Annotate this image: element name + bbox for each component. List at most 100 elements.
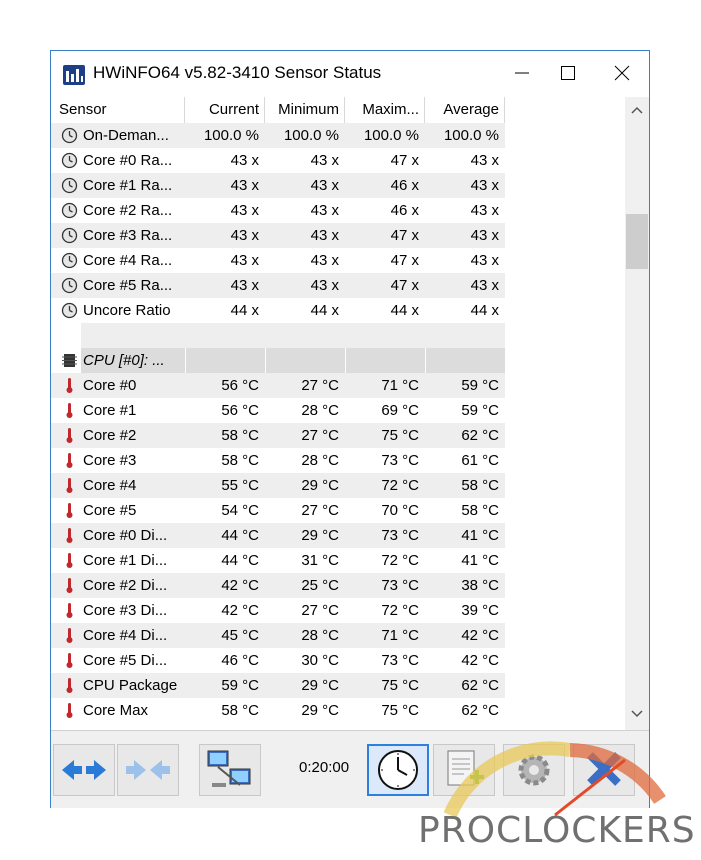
table-row[interactable]: Core #5 54 °C 27 °C 70 °C 58 °C: [51, 498, 625, 523]
value-max: 72 °C: [381, 477, 419, 494]
value-min: 29 °C: [301, 677, 339, 694]
value-current: [185, 348, 265, 373]
vertical-scrollbar[interactable]: [625, 97, 649, 730]
clock-icon: [378, 750, 418, 790]
value-max: 75 °C: [381, 702, 419, 719]
blank-row[interactable]: [51, 323, 625, 348]
table-row[interactable]: Core #5 Ra... 43 x 43 x 47 x 43 x: [51, 273, 625, 298]
sensor-name: Core #3 Ra...: [83, 227, 173, 244]
clock-icon: [61, 227, 78, 244]
value-current: 44 x: [230, 302, 259, 319]
table-row[interactable]: On-Deman... 100.0 % 100.0 % 100.0 % 100.0 %: [51, 123, 625, 148]
value-min: 30 °C: [301, 652, 339, 669]
value-avg: 62 °C: [461, 677, 499, 694]
table-row[interactable]: Core #1 Di... 44 °C 31 °C 72 °C 41 °C: [51, 548, 625, 573]
table-row[interactable]: Core #1 Ra... 43 x 43 x 46 x 43 x: [51, 173, 625, 198]
value-current: 58 °C: [221, 452, 259, 469]
value-current: 54 °C: [221, 502, 259, 519]
value-current: 100.0 %: [203, 127, 259, 144]
elapsed-timer: 0:20:00: [299, 759, 350, 776]
value-max: [345, 348, 425, 373]
table-row[interactable]: Core #4 Ra... 43 x 43 x 47 x 43 x: [51, 248, 625, 273]
table-row[interactable]: Core #3 58 °C 28 °C 73 °C 61 °C: [51, 448, 625, 473]
value-avg: 62 °C: [461, 427, 499, 444]
column-header-sensor[interactable]: Sensor: [51, 97, 185, 123]
maximize-icon: [561, 66, 575, 80]
clock-icon: [61, 202, 78, 219]
expand-arrows-icon: [62, 760, 106, 780]
table-row[interactable]: Core #4 Di... 45 °C 28 °C 71 °C 42 °C: [51, 623, 625, 648]
value-max: 100.0 %: [363, 127, 419, 144]
value-max: 72 °C: [381, 552, 419, 569]
collapse-arrows-icon: [126, 760, 170, 780]
minimize-icon: [515, 72, 529, 74]
close-button[interactable]: [599, 51, 645, 95]
clock-icon: [61, 277, 78, 294]
value-current: 45 °C: [221, 627, 259, 644]
table-row[interactable]: Core #1 56 °C 28 °C 69 °C 59 °C: [51, 398, 625, 423]
group-row[interactable]: CPU [#0]: ...: [51, 348, 625, 373]
table-row[interactable]: Core #2 Ra... 43 x 43 x 46 x 43 x: [51, 198, 625, 223]
thermometer-icon: [66, 603, 73, 618]
table-row[interactable]: Core #0 Di... 44 °C 29 °C 73 °C 41 °C: [51, 523, 625, 548]
table-row[interactable]: Core #0 56 °C 27 °C 71 °C 59 °C: [51, 373, 625, 398]
value-avg: 61 °C: [461, 452, 499, 469]
table-row[interactable]: Core #3 Di... 42 °C 27 °C 72 °C 39 °C: [51, 598, 625, 623]
value-min: [265, 323, 345, 348]
expand-button[interactable]: [53, 744, 115, 796]
table-row[interactable]: CPU Package 59 °C 29 °C 75 °C 62 °C: [51, 673, 625, 698]
value-min: 27 °C: [301, 502, 339, 519]
value-min: 27 °C: [301, 602, 339, 619]
value-avg: 43 x: [470, 152, 499, 169]
value-max: 47 x: [390, 277, 419, 294]
sensor-status-window: HWiNFO64 v5.82-3410 Sensor Status Sensor…: [50, 50, 650, 808]
table-header: Sensor Current Minimum Maxim... Average: [51, 97, 625, 123]
value-avg: 43 x: [470, 177, 499, 194]
table-row[interactable]: Core #0 Ra... 43 x 43 x 47 x 43 x: [51, 148, 625, 173]
column-header-current[interactable]: Current: [185, 97, 265, 123]
value-avg: 43 x: [470, 227, 499, 244]
table-row[interactable]: Uncore Ratio 44 x 44 x 44 x 44 x: [51, 298, 625, 323]
value-avg: 58 °C: [461, 502, 499, 519]
value-current: 43 x: [230, 177, 259, 194]
minimize-button[interactable]: [499, 51, 545, 95]
thermometer-icon: [66, 453, 73, 468]
thermometer-icon: [66, 553, 73, 568]
value-min: 31 °C: [301, 552, 339, 569]
value-min: 25 °C: [301, 577, 339, 594]
scrollbar-thumb[interactable]: [626, 214, 648, 269]
value-avg: [425, 348, 505, 373]
column-header-minimum[interactable]: Minimum: [265, 97, 345, 123]
table-row[interactable]: Core #5 Di... 46 °C 30 °C 73 °C 42 °C: [51, 648, 625, 673]
value-current: 44 °C: [221, 552, 259, 569]
sensor-name: Core #5 Ra...: [83, 277, 173, 294]
value-max: 46 x: [390, 177, 419, 194]
sensor-name: Core #0 Di...: [83, 527, 168, 544]
maximize-button[interactable]: [545, 51, 591, 95]
clock-icon: [61, 302, 78, 319]
value-avg: 41 °C: [461, 527, 499, 544]
table-row[interactable]: Core #3 Ra... 43 x 43 x 47 x 43 x: [51, 223, 625, 248]
network-button[interactable]: [199, 744, 261, 796]
value-max: 73 °C: [381, 652, 419, 669]
collapse-button[interactable]: [117, 744, 179, 796]
title-bar[interactable]: HWiNFO64 v5.82-3410 Sensor Status: [51, 51, 649, 97]
value-max: [345, 323, 425, 348]
sensor-name: Core #2: [83, 427, 137, 444]
value-max: 47 x: [390, 227, 419, 244]
value-max: 70 °C: [381, 502, 419, 519]
table-row[interactable]: Core #2 Di... 42 °C 25 °C 73 °C 38 °C: [51, 573, 625, 598]
scroll-down-icon[interactable]: [631, 709, 643, 719]
thermometer-icon: [66, 503, 73, 518]
table-row[interactable]: Core #4 55 °C 29 °C 72 °C 58 °C: [51, 473, 625, 498]
clock-icon: [61, 177, 78, 194]
value-min: 43 x: [310, 202, 339, 219]
value-min: 27 °C: [301, 427, 339, 444]
table-row[interactable]: Core #2 58 °C 27 °C 75 °C 62 °C: [51, 423, 625, 448]
column-header-maximum[interactable]: Maxim...: [345, 97, 425, 123]
value-avg: 59 °C: [461, 377, 499, 394]
window-title: HWiNFO64 v5.82-3410 Sensor Status: [93, 63, 382, 82]
column-header-average[interactable]: Average: [425, 97, 505, 123]
scroll-up-icon[interactable]: [631, 105, 643, 115]
value-max: 72 °C: [381, 602, 419, 619]
